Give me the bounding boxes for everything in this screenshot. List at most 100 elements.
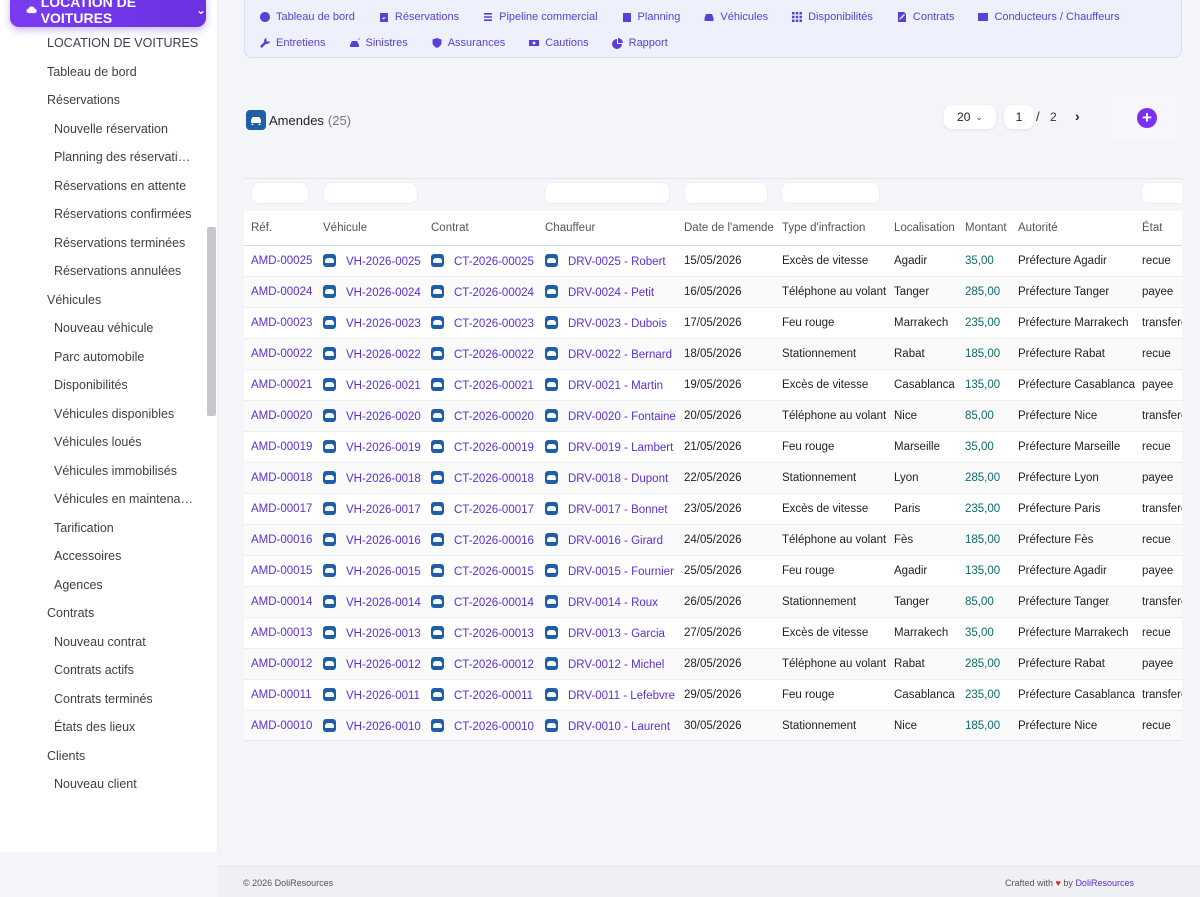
table-row[interactable]: AMD-00025 VH-2026-0025 CT-2026-00025 DRV-00… [244, 245, 1182, 277]
sidebar-item[interactable]: Réservations terminées [0, 229, 196, 258]
table-cell[interactable]: VH-2026-0010 [316, 710, 424, 740]
cell-link[interactable]: CT-2026-00019 [454, 442, 534, 454]
cell-link[interactable]: AMD-00012 [251, 658, 312, 670]
table-cell[interactable]: CT-2026-00017 [424, 493, 538, 525]
table-cell[interactable]: CT-2026-00023 [424, 307, 538, 339]
table-cell[interactable]: CT-2026-00018 [424, 462, 538, 494]
cell-link[interactable]: AMD-00023 [251, 317, 312, 329]
nav-item-list[interactable]: Pipeline commercial [482, 11, 598, 23]
table-row[interactable]: AMD-00022 VH-2026-0022 CT-2026-00022 DRV-00… [244, 338, 1182, 370]
column-header[interactable]: Montant [958, 211, 1011, 246]
table-cell[interactable]: CT-2026-00015 [424, 555, 538, 587]
cell-link[interactable]: CT-2026-00011 [454, 690, 533, 702]
table-cell[interactable]: CT-2026-00020 [424, 400, 538, 432]
table-cell[interactable]: VH-2026-0012 [316, 648, 424, 680]
column-header[interactable]: Contrat [424, 211, 538, 246]
table-row[interactable]: AMD-00019 VH-2026-0019 CT-2026-00019 DRV-00… [244, 431, 1182, 463]
cell-link[interactable]: CT-2026-00023 [454, 318, 534, 330]
nav-item-car-crash[interactable]: Sinistres [349, 37, 408, 49]
cell-link[interactable]: VH-2026-0023 [346, 318, 421, 330]
cell-link[interactable]: DRV-0010 - Laurent [568, 721, 670, 733]
sidebar-item[interactable]: Réservations [0, 86, 210, 115]
cell-link[interactable]: DRV-0011 - Lefebvre [568, 690, 675, 702]
table-row[interactable]: AMD-00023 VH-2026-0023 CT-2026-00023 DRV-00… [244, 307, 1182, 339]
cell-link[interactable]: DRV-0013 - Garcia [568, 628, 665, 640]
brand-link[interactable]: DoliResources [1075, 878, 1134, 888]
table-row[interactable]: AMD-00018 VH-2026-0018 CT-2026-00018 DRV-00… [244, 462, 1182, 494]
sidebar-item[interactable]: Réservations en attente [0, 172, 196, 201]
table-cell[interactable]: AMD-00019 [244, 431, 316, 463]
nav-item-pie-chart[interactable]: Rapport [611, 37, 668, 49]
column-header[interactable]: Type d'infraction [775, 211, 887, 246]
table-row[interactable]: AMD-00013 VH-2026-0013 CT-2026-00013 DRV-00… [244, 617, 1182, 649]
filter-date-input[interactable] [684, 182, 768, 204]
cell-link[interactable]: AMD-00025 [251, 255, 312, 267]
sidebar-item[interactable]: Nouveau véhicule [0, 314, 196, 343]
cell-link[interactable]: AMD-00010 [251, 720, 312, 732]
cell-link[interactable]: AMD-00014 [251, 596, 312, 608]
table-cell[interactable]: CT-2026-00024 [424, 276, 538, 308]
cell-link[interactable]: DRV-0024 - Petit [568, 287, 654, 299]
cell-link[interactable]: VH-2026-0025 [346, 256, 421, 268]
table-cell[interactable]: DRV-0012 - Michel [538, 648, 677, 680]
cell-link[interactable]: AMD-00011 [251, 689, 312, 701]
table-cell[interactable]: VH-2026-0014 [316, 586, 424, 618]
table-cell[interactable]: DRV-0019 - Lambert [538, 431, 677, 463]
table-cell[interactable]: AMD-00025 [244, 245, 316, 277]
table-cell[interactable]: VH-2026-0021 [316, 369, 424, 401]
cell-link[interactable]: AMD-00016 [251, 534, 312, 546]
table-cell[interactable]: CT-2026-00013 [424, 617, 538, 649]
cell-link[interactable]: AMD-00024 [251, 286, 312, 298]
table-cell[interactable]: DRV-0018 - Dupont [538, 462, 677, 494]
sidebar-item[interactable]: Contrats terminés [0, 685, 196, 714]
sidebar-item[interactable]: Réservations annulées [0, 257, 196, 286]
table-row[interactable]: AMD-00011 VH-2026-0011 CT-2026-00011 DRV-00… [244, 679, 1182, 711]
table-cell[interactable]: DRV-0021 - Martin [538, 369, 677, 401]
table-row[interactable]: AMD-00012 VH-2026-0012 CT-2026-00012 DRV-00… [244, 648, 1182, 680]
sidebar-item[interactable]: Contrats [0, 599, 210, 628]
table-cell[interactable]: CT-2026-00021 [424, 369, 538, 401]
nav-item-calendar[interactable]: Planning [621, 11, 680, 23]
cell-link[interactable]: VH-2026-0010 [346, 721, 421, 733]
sidebar-item[interactable]: Véhicules [0, 286, 210, 315]
cell-link[interactable]: DRV-0022 - Bernard [568, 349, 672, 361]
nav-item-car[interactable]: Véhicules [703, 11, 768, 23]
table-cell[interactable]: VH-2026-0016 [316, 524, 424, 556]
table-cell[interactable]: VH-2026-0018 [316, 462, 424, 494]
cell-link[interactable]: AMD-00021 [251, 379, 312, 391]
column-header[interactable]: Véhicule [316, 211, 424, 246]
column-header[interactable]: État [1135, 211, 1182, 246]
table-cell[interactable]: DRV-0023 - Dubois [538, 307, 677, 339]
cell-link[interactable]: DRV-0017 - Bonnet [568, 504, 668, 516]
table-cell[interactable]: AMD-00015 [244, 555, 316, 587]
table-cell[interactable]: DRV-0025 - Robert [538, 245, 677, 277]
nav-item-id-card[interactable]: Conducteurs / Chauffeurs [977, 11, 1120, 23]
sidebar-item[interactable]: Accessoires [0, 542, 196, 571]
table-cell[interactable]: AMD-00016 [244, 524, 316, 556]
table-cell[interactable]: CT-2026-00019 [424, 431, 538, 463]
table-cell[interactable]: CT-2026-00025 [424, 245, 538, 277]
table-cell[interactable]: VH-2026-0025 [316, 245, 424, 277]
sidebar-item[interactable]: Véhicules disponibles [0, 400, 196, 429]
table-cell[interactable]: AMD-00012 [244, 648, 316, 680]
sidebar-item[interactable]: LOCATION DE VOITURES [0, 29, 210, 58]
cell-link[interactable]: CT-2026-00020 [454, 411, 534, 423]
table-cell[interactable]: DRV-0011 - Lefebvre [538, 679, 677, 711]
table-cell[interactable]: VH-2026-0015 [316, 555, 424, 587]
table-cell[interactable]: VH-2026-0011 [316, 679, 424, 711]
filter-type-input[interactable] [781, 182, 880, 204]
cell-link[interactable]: AMD-00022 [251, 348, 312, 360]
page-size-select[interactable]: 20 ⌄ [944, 105, 996, 129]
table-cell[interactable]: CT-2026-00010 [424, 710, 538, 740]
cell-link[interactable]: VH-2026-0015 [346, 566, 421, 578]
cell-link[interactable]: CT-2026-00016 [454, 535, 534, 547]
filter-state-input[interactable] [1141, 182, 1182, 204]
sidebar-item[interactable]: Véhicules loués [0, 428, 196, 457]
cell-link[interactable]: VH-2026-0024 [346, 287, 421, 299]
cell-link[interactable]: DRV-0012 - Michel [568, 659, 664, 671]
column-header[interactable]: Localisation [887, 211, 958, 246]
table-cell[interactable]: DRV-0013 - Garcia [538, 617, 677, 649]
cell-link[interactable]: VH-2026-0014 [346, 597, 421, 609]
filter-driver-input[interactable] [544, 182, 670, 204]
cell-link[interactable]: VH-2026-0020 [346, 411, 421, 423]
